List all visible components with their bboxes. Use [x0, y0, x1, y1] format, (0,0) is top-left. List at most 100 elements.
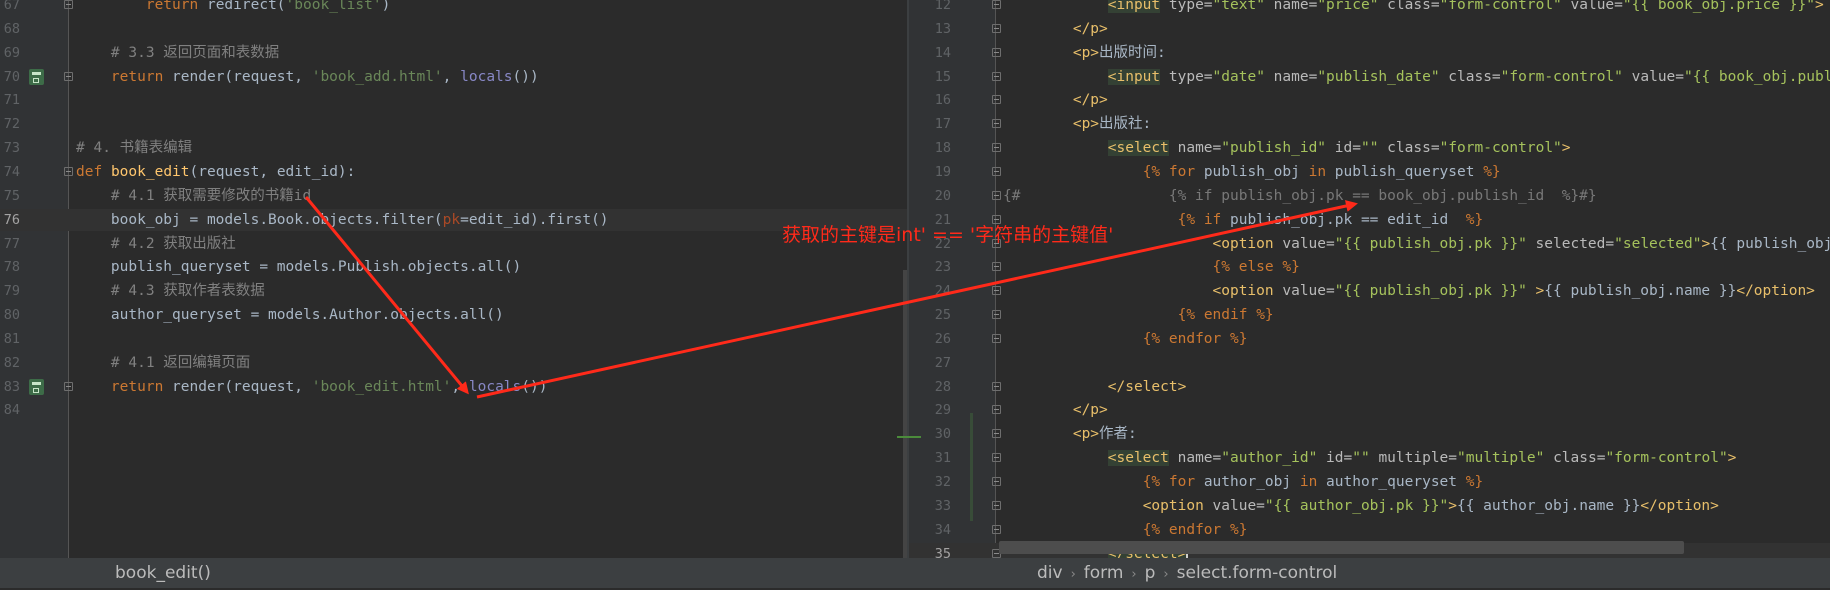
code-line[interactable]: 16 </p> — [909, 89, 1830, 111]
fold-toggle-icon[interactable] — [992, 286, 1001, 296]
fold-toggle-icon[interactable] — [64, 0, 73, 9]
code-line[interactable]: 30 <p>作者: — [909, 423, 1830, 445]
code-text: {# {% if publish_obj.pk == book_obj.publ… — [1003, 187, 1597, 204]
code-text: <select name="publish_id" id="" class="f… — [1107, 140, 1571, 157]
code-line[interactable]: 28 </select> — [909, 376, 1830, 398]
code-line[interactable]: 68 — [0, 18, 907, 40]
code-line[interactable]: 12 <input type="text" name="price" class… — [909, 0, 1830, 16]
right-horizontal-scrollbar[interactable] — [999, 541, 1684, 554]
code-line[interactable]: 14 <p>出版时间: — [909, 42, 1830, 64]
fold-toggle-icon[interactable] — [992, 310, 1001, 320]
code-line[interactable]: 27 — [909, 352, 1830, 374]
breadcrumb-item[interactable]: div — [1037, 563, 1063, 583]
line-number: 23 — [934, 259, 951, 276]
code-line[interactable]: 19 {% for publish_obj in publish_queryse… — [909, 161, 1830, 183]
code-text: # 4.3 获取作者表数据 — [110, 283, 265, 300]
line-number: 72 — [3, 116, 20, 133]
breadcrumb-html-path: div › form › p › select.form-control — [1037, 558, 1337, 590]
line-number: 32 — [934, 474, 951, 490]
line-number: 75 — [3, 187, 20, 204]
line-number: 67 — [3, 0, 20, 13]
fold-toggle-icon[interactable] — [992, 23, 1001, 33]
code-line[interactable]: 69 # 3.3 返回页面和表数据 — [0, 42, 907, 64]
code-line[interactable]: 73 # 4. 书籍表编辑 — [0, 137, 907, 159]
code-line[interactable]: 24 <option value="{{ publish_obj.pk }}" … — [909, 280, 1830, 302]
code-line[interactable]: 71 — [0, 89, 907, 111]
code-text: book_obj = models.Book.objects.filter(pk… — [76, 211, 609, 228]
fold-toggle-icon[interactable] — [992, 0, 1001, 9]
change-marker — [897, 436, 921, 438]
fold-toggle-icon[interactable] — [992, 166, 1001, 176]
line-number: 30 — [934, 426, 951, 443]
fold-toggle-icon[interactable] — [992, 453, 1001, 463]
fold-toggle-icon[interactable] — [64, 381, 73, 391]
fold-toggle-icon[interactable] — [992, 524, 1001, 534]
line-number: 76 — [3, 211, 20, 228]
breadcrumb-item[interactable]: select.form-control — [1177, 563, 1338, 583]
fold-toggle-icon[interactable] — [992, 500, 1001, 510]
left-vertical-scrollbar[interactable] — [903, 270, 907, 558]
fold-toggle-icon[interactable] — [992, 333, 1001, 343]
code-line[interactable]: 13 </p> — [909, 18, 1830, 40]
fold-toggle-icon[interactable] — [64, 166, 73, 176]
line-number: 28 — [934, 378, 951, 395]
code-line[interactable]: 31 <select name="author_id" id="" multip… — [909, 447, 1830, 469]
breadcrumb-function[interactable]: book_edit() — [115, 558, 211, 588]
code-line[interactable]: 75 # 4.1 获取需要修改的书籍id — [0, 185, 907, 207]
left-editor-pane[interactable]: 67 return redirect('book_list') 68 69 # 3.… — [0, 0, 907, 558]
code-text: # 4.1 获取需要修改的书籍id — [110, 187, 312, 204]
code-line[interactable]: 77 # 4.2 获取出版社 — [0, 233, 907, 255]
code-line[interactable]: 72 — [0, 113, 907, 135]
code-text: # 4.2 获取出版社 — [110, 235, 236, 252]
fold-toggle-icon[interactable] — [992, 262, 1001, 272]
fold-toggle-icon[interactable] — [992, 381, 1001, 391]
code-text: <option value="{{ author_obj.pk }}">{{ a… — [1142, 497, 1719, 514]
fold-toggle-icon[interactable] — [992, 119, 1001, 129]
code-line[interactable]: 25 {% endif %} — [909, 304, 1830, 326]
fold-toggle-icon[interactable] — [992, 429, 1001, 439]
code-text: {% endfor %} — [1142, 330, 1248, 347]
fold-toggle-icon[interactable] — [992, 71, 1001, 81]
code-line[interactable]: 20 {# {% if publish_obj.pk == book_obj.pu… — [909, 185, 1830, 207]
fold-toggle-icon[interactable] — [992, 405, 1001, 415]
line-number: 12 — [934, 0, 951, 13]
code-line[interactable]: 17 <p>出版社: — [909, 113, 1830, 135]
code-line[interactable]: 15 <input type="date" name="publish_date… — [909, 66, 1830, 88]
code-line[interactable]: 70 return render(request, 'book_add.html… — [0, 66, 907, 88]
code-line[interactable]: 84 — [0, 399, 907, 421]
code-text: return render(request, 'book_edit.html',… — [110, 378, 548, 395]
code-line[interactable]: 32 {% for author_obj in author_queryset … — [909, 471, 1830, 493]
breadcrumb-item[interactable]: form — [1084, 563, 1124, 583]
code-line[interactable]: 18 <select name="publish_id" id="" class… — [909, 137, 1830, 159]
right-editor-pane[interactable]: 12 <input type="text" name="price" class… — [907, 0, 1830, 558]
fold-toggle-icon[interactable] — [64, 71, 73, 81]
code-line[interactable]: 79 # 4.3 获取作者表数据 — [0, 280, 907, 302]
line-number: 26 — [934, 330, 951, 347]
code-line[interactable]: 67 return redirect('book_list') — [0, 0, 907, 16]
code-line[interactable]: 23 {% else %} — [909, 256, 1830, 278]
code-line[interactable]: 78 publish_queryset = models.Publish.obj… — [0, 256, 907, 278]
fold-toggle-icon[interactable] — [992, 95, 1001, 105]
code-line[interactable]: 81 — [0, 328, 907, 350]
code-line[interactable]: 34 {% endfor %} — [909, 519, 1830, 541]
fold-toggle-icon[interactable] — [992, 190, 1001, 200]
navigate-to-template-icon[interactable] — [29, 68, 44, 85]
code-line[interactable]: 76 book_obj = models.Book.objects.filter… — [0, 208, 907, 231]
code-text: return redirect('book_list') — [145, 0, 391, 13]
code-line[interactable]: 33 <option value="{{ author_obj.pk }}">{… — [909, 495, 1830, 517]
code-line[interactable]: 82 # 4.1 返回编辑页面 — [0, 352, 907, 374]
line-number: 84 — [3, 402, 20, 419]
line-number: 82 — [3, 354, 20, 371]
code-text: {% for author_obj in author_queryset %} — [1142, 474, 1484, 490]
navigate-to-template-icon[interactable] — [29, 378, 44, 395]
code-text: </p> — [1072, 20, 1108, 37]
code-line[interactable]: 26 {% endfor %} — [909, 328, 1830, 350]
code-line[interactable]: 74 def book_edit(request, edit_id): — [0, 161, 907, 183]
fold-toggle-icon[interactable] — [992, 143, 1001, 153]
breadcrumb-item[interactable]: p — [1145, 563, 1156, 583]
code-line[interactable]: 80 author_queryset = models.Author.objec… — [0, 304, 907, 326]
code-line[interactable]: 83 return render(request, 'book_edit.htm… — [0, 376, 907, 398]
fold-toggle-icon[interactable] — [992, 47, 1001, 57]
fold-toggle-icon[interactable] — [992, 477, 1001, 486]
code-line[interactable]: 29 </p> — [909, 399, 1830, 421]
